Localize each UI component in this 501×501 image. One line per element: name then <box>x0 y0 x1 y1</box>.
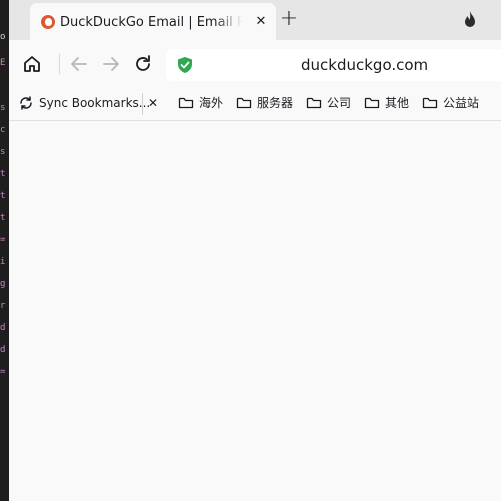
browser-window: DuckDuckGo Email | Email P ✕ + duckduckg… <box>9 0 501 501</box>
sync-icon <box>18 95 34 111</box>
code-line: o <box>0 32 6 42</box>
bookmark-label: 海外 <box>199 96 224 110</box>
url-text[interactable]: duckduckgo.com <box>301 55 428 75</box>
new-tab-button[interactable]: + <box>278 8 300 31</box>
code-line: s <box>0 147 6 157</box>
code-line: g <box>0 279 6 289</box>
code-line: = <box>0 235 6 245</box>
code-line: i <box>0 257 6 267</box>
bookmark-label: 服务器 <box>257 96 294 110</box>
bookmark-folder-qita[interactable]: 其他 <box>364 88 410 120</box>
code-line: = <box>0 367 6 377</box>
bookmark-label: 公司 <box>327 96 352 110</box>
duckduckgo-favicon-icon <box>40 14 56 30</box>
fire-icon[interactable] <box>459 9 481 31</box>
code-line: d <box>0 323 6 333</box>
sync-bookmarks-label: Sync Bookmarks... <box>39 96 151 110</box>
code-line: r <box>0 301 6 311</box>
reload-icon[interactable] <box>132 53 154 75</box>
code-line: E <box>0 58 6 68</box>
bookmark-folder-gongyizhan[interactable]: 公益站 <box>422 88 482 120</box>
bookmark-folder-haiwai[interactable]: 海外 <box>178 88 224 120</box>
close-sync-button[interactable]: ✕ <box>145 95 161 111</box>
folder-icon <box>306 95 322 111</box>
arrow-right-icon[interactable] <box>100 53 122 75</box>
code-line: t <box>0 191 6 201</box>
folder-icon <box>422 95 438 111</box>
folder-icon <box>178 95 194 111</box>
nav-divider <box>59 54 60 74</box>
address-bar[interactable]: duckduckgo.com <box>166 49 501 81</box>
tab-close-button[interactable]: ✕ <box>252 13 270 31</box>
folder-icon <box>364 95 380 111</box>
code-line: c <box>0 125 6 135</box>
tab-duckduckgo-email[interactable]: DuckDuckGo Email | Email P ✕ <box>30 3 276 40</box>
tab-bar: DuckDuckGo Email | Email P ✕ + <box>9 0 501 40</box>
shield-check-icon[interactable] <box>176 56 194 74</box>
code-line: t <box>0 213 6 223</box>
sync-bookmarks-button[interactable]: Sync Bookmarks... <box>18 88 150 120</box>
bookmark-label: 其他 <box>385 96 410 110</box>
tab-title: DuckDuckGo Email | Email P <box>60 15 242 30</box>
code-editor-edge: o E s c s t t t = i g r d d = <box>0 0 9 501</box>
page-content[interactable] <box>9 121 501 501</box>
bookmark-folder-fuwuqi[interactable]: 服务器 <box>236 88 294 120</box>
bookmarks-divider <box>142 93 143 115</box>
bookmarks-bar: Sync Bookmarks... ✕ 海外 服务器 公司 其他 公益站 <box>9 88 501 121</box>
code-line: s <box>0 103 6 113</box>
bookmark-label: 公益站 <box>443 96 480 110</box>
code-line: t <box>0 169 6 179</box>
bookmark-folder-gongsi[interactable]: 公司 <box>306 88 352 120</box>
folder-icon <box>236 95 252 111</box>
arrow-left-icon[interactable] <box>68 53 90 75</box>
code-line: d <box>0 345 6 355</box>
navigation-bar: duckduckgo.com <box>9 40 501 88</box>
home-icon[interactable] <box>21 53 43 75</box>
